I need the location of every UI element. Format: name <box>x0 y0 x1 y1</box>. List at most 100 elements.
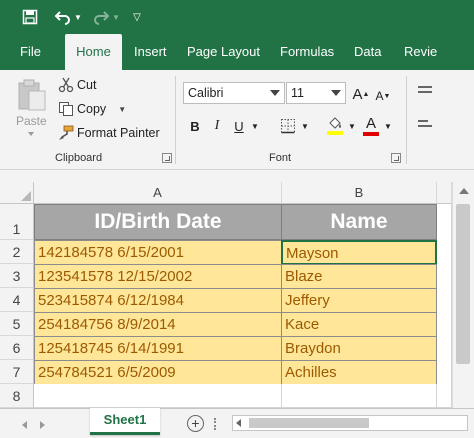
paintbrush-icon <box>58 125 74 141</box>
tab-home[interactable]: Home <box>65 34 122 70</box>
group-separator <box>175 76 176 164</box>
redo-dropdown-icon: ▼ <box>112 12 120 22</box>
copy-button[interactable]: Copy ▼ <box>58 99 126 119</box>
underline-dropdown-icon[interactable]: ▼ <box>250 116 260 136</box>
cell-b2[interactable]: Mayson <box>281 240 437 265</box>
underline-button[interactable]: U <box>230 116 248 136</box>
paste-label[interactable]: Paste <box>16 114 47 128</box>
borders-dropdown-icon[interactable]: ▼ <box>300 116 310 136</box>
prev-sheet-icon[interactable] <box>22 421 27 429</box>
ribbon-tabs: File Home Insert Page Layout Formulas Da… <box>0 34 474 70</box>
tab-review[interactable]: Revie <box>404 34 437 70</box>
row-header-1[interactable]: 1 <box>0 204 34 240</box>
font-group-label: Font <box>269 152 292 164</box>
cell-a5[interactable]: 254184756 8/9/2014 <box>34 312 282 337</box>
row-header-5[interactable]: 5 <box>0 312 34 336</box>
tab-insert[interactable]: Insert <box>134 34 167 70</box>
cut-button[interactable]: Cut <box>58 75 96 95</box>
customize-toolbar-icon[interactable]: ▽ <box>130 6 144 28</box>
column-header-blank <box>437 182 452 204</box>
format-painter-label: Format Painter <box>77 126 160 140</box>
font-name-dropdown[interactable]: Calibri <box>183 82 285 104</box>
cell-c-column[interactable] <box>437 204 452 408</box>
font-size-value: 11 <box>291 86 304 100</box>
select-all-corner[interactable] <box>0 182 34 204</box>
copy-dropdown-icon[interactable]: ▼ <box>118 105 126 114</box>
align-top-icon[interactable] <box>418 86 432 93</box>
cell-a2[interactable]: 142184578 6/15/2001 <box>34 240 282 265</box>
paste-icon[interactable] <box>17 78 47 112</box>
cell-a6[interactable]: 125418745 6/14/1991 <box>34 336 282 361</box>
font-dialog-launcher-icon[interactable] <box>391 153 401 163</box>
scissors-icon <box>58 77 74 93</box>
cell-b7[interactable]: Achilles <box>281 360 437 385</box>
row-header-2[interactable]: 2 <box>0 240 34 264</box>
font-size-dropdown[interactable]: 11 <box>286 82 346 104</box>
cell-a7[interactable]: 254784521 6/5/2009 <box>34 360 282 385</box>
group-separator <box>406 76 407 164</box>
row-header-4[interactable]: 4 <box>0 288 34 312</box>
fill-color-swatch <box>327 131 343 135</box>
tab-page-layout[interactable]: Page Layout <box>187 34 260 70</box>
chevron-down-icon <box>331 90 341 96</box>
sheet-options-icon[interactable] <box>214 418 216 430</box>
cell-b8[interactable] <box>282 384 437 408</box>
tab-file[interactable]: File <box>20 34 41 70</box>
borders-button[interactable] <box>279 116 297 136</box>
column-header-a[interactable]: A <box>34 182 282 204</box>
clipboard-group-label: Clipboard <box>55 152 103 164</box>
font-color-dropdown-icon[interactable]: ▼ <box>383 116 393 136</box>
cell-b4[interactable]: Jeffery <box>281 288 437 313</box>
increase-font-size-button[interactable]: A ▲ <box>352 84 370 104</box>
undo-icon[interactable] <box>52 6 74 28</box>
chevron-down-icon <box>270 90 280 96</box>
row-header-7[interactable]: 7 <box>0 360 34 384</box>
next-sheet-icon[interactable] <box>40 421 45 429</box>
align-left-icon[interactable] <box>418 120 438 127</box>
add-sheet-button[interactable]: + <box>187 415 204 432</box>
cell-b6[interactable]: Braydon <box>281 336 437 361</box>
fill-color-button[interactable] <box>325 114 345 138</box>
font-color-button[interactable]: A <box>362 114 380 138</box>
cut-label: Cut <box>77 78 97 92</box>
formula-bar-strip <box>0 170 474 182</box>
hscroll-thumb[interactable] <box>249 418 369 428</box>
fill-color-dropdown-icon[interactable]: ▼ <box>347 116 357 136</box>
quick-access-toolbar: ▼ ▼ ▽ <box>0 0 474 34</box>
font-color-swatch <box>363 132 379 136</box>
format-painter-button[interactable]: Format Painter <box>58 123 160 143</box>
cell-a1[interactable]: ID/Birth Date <box>34 204 282 240</box>
scroll-left-icon[interactable] <box>236 419 241 427</box>
save-icon[interactable] <box>20 6 40 28</box>
clipboard-dialog-launcher-icon[interactable] <box>162 153 172 163</box>
italic-button[interactable]: I <box>208 116 226 136</box>
cell-a8[interactable] <box>34 384 282 408</box>
scrollbar-thumb[interactable] <box>456 204 470 364</box>
fill-bucket-icon <box>329 117 341 129</box>
sheet-tab-sheet1[interactable]: Sheet1 <box>90 408 160 435</box>
row-header-6[interactable]: 6 <box>0 336 34 360</box>
bold-button[interactable]: B <box>186 116 204 136</box>
tab-formulas[interactable]: Formulas <box>280 34 334 70</box>
redo-icon <box>90 6 112 28</box>
borders-icon <box>281 119 295 134</box>
cell-b5[interactable]: Kace <box>281 312 437 337</box>
column-header-b[interactable]: B <box>282 182 437 204</box>
row-header-8[interactable]: 8 <box>0 384 34 408</box>
copy-icon <box>58 101 74 117</box>
horizontal-scrollbar[interactable] <box>232 415 468 431</box>
cell-b1[interactable]: Name <box>281 204 437 240</box>
paste-dropdown-icon[interactable] <box>28 132 34 136</box>
cell-a3[interactable]: 123541578 12/15/2002 <box>34 264 282 289</box>
tab-data[interactable]: Data <box>354 34 381 70</box>
ribbon: Paste Cut Copy ▼ Format Painter Clipboar… <box>0 70 474 170</box>
cell-b3[interactable]: Blaze <box>281 264 437 289</box>
copy-label: Copy <box>77 102 107 116</box>
decrease-font-size-button[interactable]: A ▼ <box>374 86 392 106</box>
cell-a4[interactable]: 523415874 6/12/1984 <box>34 288 282 313</box>
sheet-tab-bar: Sheet1 + <box>0 408 474 438</box>
undo-dropdown-icon[interactable]: ▼ <box>74 6 82 28</box>
scroll-up-icon[interactable] <box>459 188 469 194</box>
row-header-3[interactable]: 3 <box>0 264 34 288</box>
vertical-scrollbar[interactable] <box>452 182 474 408</box>
